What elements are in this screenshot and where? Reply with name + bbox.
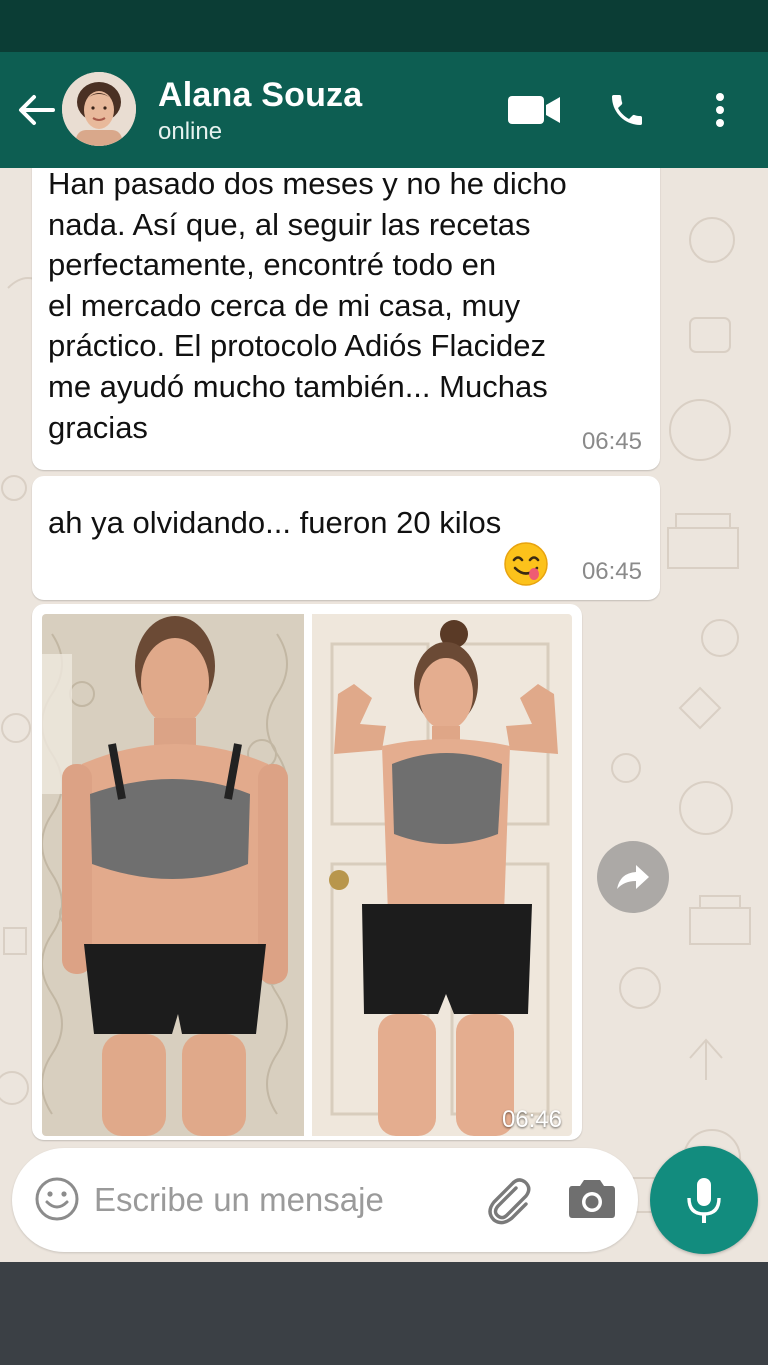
face-savoring-food-emoji: [503, 500, 549, 586]
attach-icon[interactable]: [482, 1174, 534, 1226]
forward-icon[interactable]: [597, 841, 669, 913]
more-vert-icon[interactable]: [700, 86, 740, 134]
bottom-area: [0, 1262, 768, 1365]
message-bubble[interactable]: Han pasado dos meses y no he dicho nada.…: [32, 168, 660, 470]
message-text-content: ah ya olvidando... fueron 20 kilos: [48, 504, 502, 540]
chat-area[interactable]: Han pasado dos meses y no he dicho nada.…: [0, 168, 768, 1262]
message-input[interactable]: [94, 1172, 454, 1228]
back-arrow-icon[interactable]: [14, 90, 58, 130]
contact-status: online: [158, 118, 223, 145]
message-time: 06:45: [581, 428, 642, 455]
message-text: ah ya olvidando... fueron 20 kilos: [48, 500, 648, 586]
message-bubble[interactable]: ah ya olvidando... fueron 20 kilos 06:45: [32, 476, 660, 600]
contact-name[interactable]: Alana Souza: [158, 76, 362, 115]
image-message-bubble[interactable]: 06:46: [32, 604, 582, 1140]
emoji-icon[interactable]: [34, 1176, 80, 1222]
camera-icon[interactable]: [568, 1176, 620, 1224]
message-time: 06:45: [581, 558, 642, 585]
avatar[interactable]: [62, 72, 136, 146]
video-call-icon[interactable]: [506, 86, 562, 134]
message-composer: [12, 1148, 638, 1252]
message-time: 06:46: [501, 1106, 562, 1133]
chat-header: Alana Souza online: [0, 52, 768, 168]
before-after-photo[interactable]: [42, 614, 572, 1136]
mic-icon[interactable]: [650, 1146, 758, 1254]
status-bar: [0, 0, 768, 52]
message-text: Han pasado dos meses y no he dicho nada.…: [48, 168, 567, 445]
phone-icon[interactable]: [600, 86, 654, 134]
